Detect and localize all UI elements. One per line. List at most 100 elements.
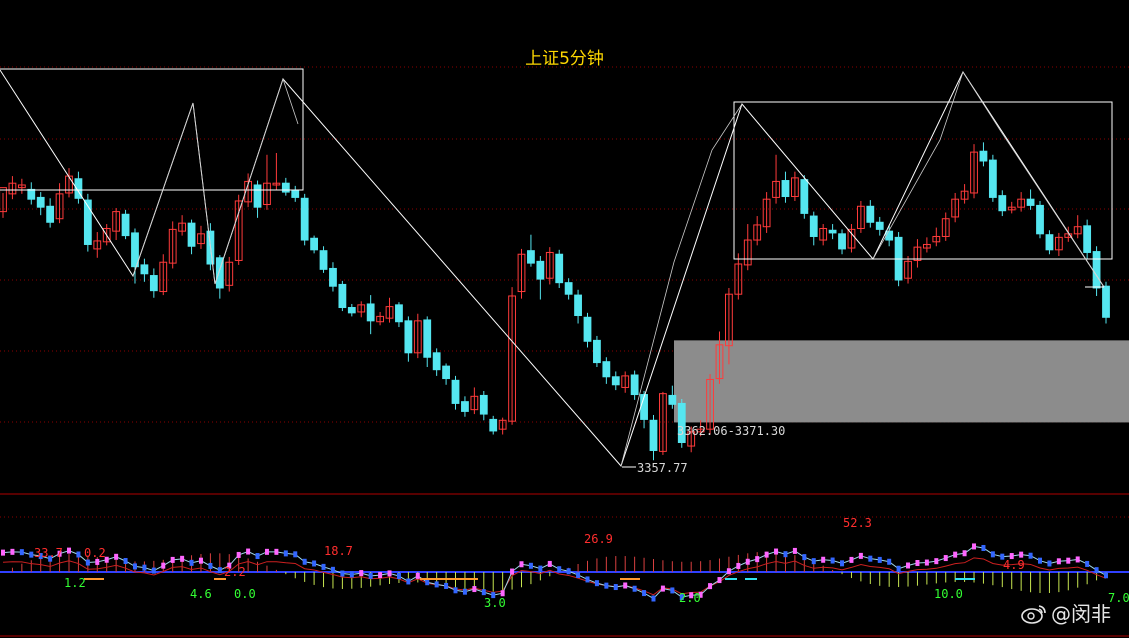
candle-body (838, 233, 846, 250)
ind-dot (236, 551, 241, 558)
candle-body (121, 213, 130, 237)
ind-dot (613, 584, 618, 591)
ind-dot (594, 580, 599, 587)
ind-dot (359, 570, 364, 577)
ind-dot (415, 572, 420, 579)
ind-label-13: 10.0 (934, 587, 963, 601)
ind-dot (811, 558, 816, 565)
candle-body (998, 195, 1007, 212)
ind-dot (283, 550, 288, 557)
ind-dot (962, 550, 967, 557)
ind-label-9: 26.9 (584, 532, 613, 546)
ind-dot (755, 556, 760, 563)
candle-body (423, 319, 432, 358)
ind-dot (651, 595, 656, 602)
candle-body (979, 150, 988, 162)
ind-dot (462, 588, 467, 595)
candle-body (809, 215, 818, 237)
ind-label-10: 2.0 (679, 591, 701, 605)
candle-body (319, 250, 328, 270)
ind-dot (255, 553, 260, 560)
candle-body (885, 230, 894, 241)
ind-label-14: 7.0 (1108, 591, 1129, 605)
ind-dot (10, 548, 15, 555)
ind-dot (368, 572, 373, 579)
ind-dot (547, 560, 552, 567)
ind-dot (745, 558, 750, 565)
ind-dot (840, 560, 845, 567)
candle-body (555, 253, 564, 284)
range-box-right (733, 101, 1113, 260)
ind-label-3: 1.2 (64, 576, 86, 590)
candle-body (338, 283, 347, 309)
ind-dot (29, 551, 34, 558)
ind-dot (142, 564, 147, 571)
ind-dot (132, 563, 137, 570)
candle-body (1026, 198, 1035, 206)
candle-body (583, 316, 592, 342)
ind-dot (396, 573, 401, 580)
ind-dot (906, 562, 911, 569)
price-zone (674, 340, 1129, 423)
ind-dot (849, 556, 854, 563)
ind-dot (123, 557, 128, 564)
candle-body (442, 365, 450, 380)
ind-dot (312, 560, 317, 567)
ind-dot (349, 571, 354, 578)
ind-dot (783, 551, 788, 558)
ind-dot (481, 589, 486, 596)
candle-body (329, 267, 337, 287)
ind-dot (161, 562, 166, 569)
ind-dot (208, 562, 213, 569)
ind-dot (1104, 572, 1108, 579)
ind-dot (340, 570, 345, 577)
candle-body (366, 303, 375, 322)
candle-body (300, 197, 309, 241)
candle-body (253, 184, 262, 208)
candle-body (866, 205, 875, 223)
candle-body (828, 229, 837, 234)
ind-dot (924, 559, 929, 566)
candle-body (564, 282, 573, 295)
ind-dot (566, 568, 571, 575)
ind-dot (180, 555, 185, 562)
ind-dot (189, 559, 194, 566)
candle-body (395, 304, 403, 323)
ind-dot (538, 565, 543, 572)
ind-dot (896, 565, 901, 572)
ind-dot (264, 548, 269, 555)
candle-body (140, 264, 149, 275)
candle-body (432, 352, 441, 371)
ind-dot (736, 562, 741, 569)
candle-body (479, 394, 488, 415)
ind-label-8: 3.0 (484, 596, 506, 610)
ind-dot (585, 576, 590, 583)
ind-dot (868, 555, 873, 562)
watermark: @闵非 (1021, 598, 1111, 627)
range-box-left (0, 68, 304, 191)
ind-dot (858, 552, 863, 559)
candle-body (1102, 285, 1110, 318)
ind-dot (576, 571, 581, 578)
candle-body (404, 320, 413, 354)
ind-dot (170, 556, 175, 563)
ind-dot (114, 553, 119, 560)
ind-dot (623, 582, 628, 589)
candle-body (574, 294, 582, 317)
candle-body (611, 376, 620, 386)
ind-label-2: 0.2 (84, 546, 106, 560)
ind-dot (802, 554, 807, 561)
candle-body (281, 182, 290, 193)
ind-dot (1075, 556, 1080, 563)
chart-title: 上证5分钟 (525, 49, 604, 69)
candle-body (875, 221, 884, 230)
ind-dot (660, 585, 665, 592)
ind-dot (444, 582, 449, 589)
ind-label-1: 33.7 (34, 546, 63, 560)
ind-dot (604, 582, 609, 589)
kline-chart (0, 66, 1129, 637)
weibo-icon (1021, 605, 1046, 624)
ind-dot (528, 562, 533, 569)
ind-dot (726, 568, 731, 575)
candle-body (1045, 234, 1054, 251)
